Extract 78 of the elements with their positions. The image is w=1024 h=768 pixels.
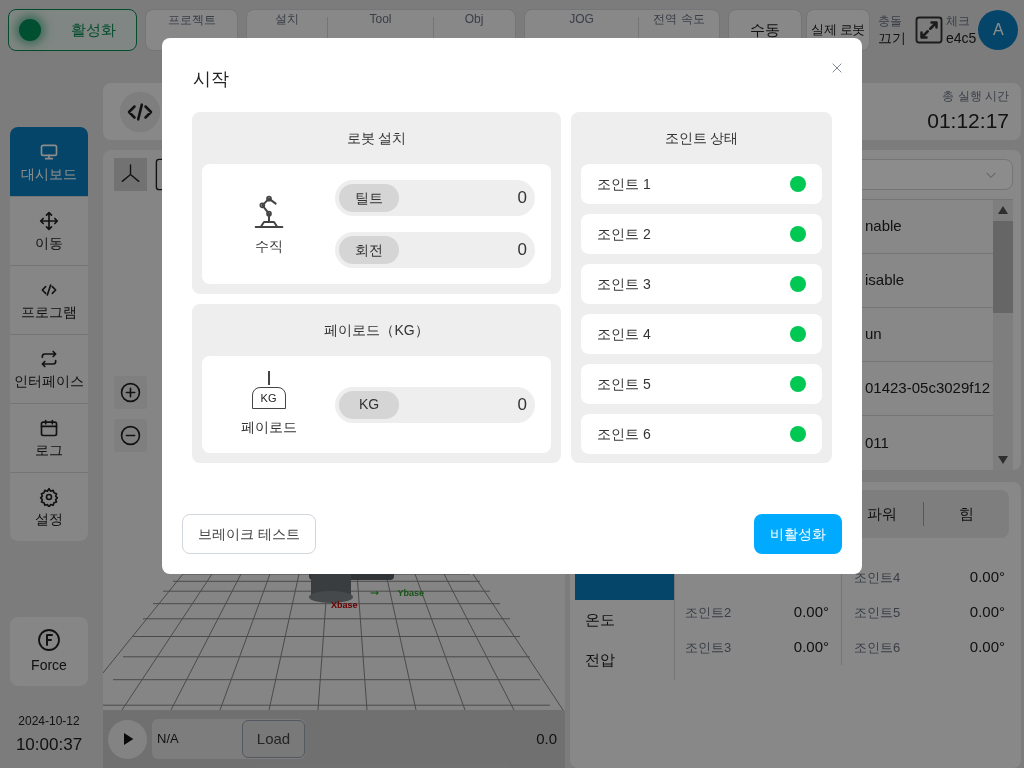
move-icon	[39, 211, 59, 231]
scroll-down-icon	[996, 454, 1010, 466]
value-field[interactable]: 회전 0	[335, 232, 535, 268]
sidebar-item[interactable]: 프로그램	[10, 265, 88, 334]
close-button[interactable]	[830, 61, 844, 75]
joint-value: 0.00°	[969, 637, 1005, 658]
joint-label: 조인트2	[685, 603, 732, 622]
status-label: 충돌	[878, 13, 903, 30]
date-text: 2024-10-12	[17, 713, 81, 730]
section-title: 조인트 상태	[663, 128, 740, 148]
field-label: 전역 속도	[653, 11, 705, 27]
reading-text: 0.0	[536, 728, 557, 749]
program-field[interactable]: N/A Load	[152, 719, 305, 759]
load-button[interactable]: Load	[242, 720, 305, 758]
value-field[interactable]: 틸트 0	[335, 180, 535, 216]
dialog-title: 시작	[193, 67, 229, 91]
scroll-up-icon	[996, 204, 1010, 216]
axis-label: Ybase	[397, 588, 425, 598]
sidebar-item[interactable]: 대시보드	[10, 127, 88, 196]
icon-caption: 페이로드	[240, 418, 297, 437]
zoom-out-icon	[114, 419, 147, 452]
panel-tab[interactable]: 힘	[924, 502, 1009, 526]
status-value: e4c5	[946, 30, 977, 47]
side-tab[interactable]: 전압	[575, 640, 674, 680]
joint-value: 0.00°	[969, 567, 1005, 588]
play-button[interactable]	[108, 719, 147, 759]
expand-icon	[914, 15, 944, 45]
sidebar-item[interactable]: 이동	[10, 196, 88, 265]
field-label: Obj	[464, 11, 484, 27]
sidebar-item[interactable]: 설정	[10, 472, 88, 541]
panel-tab[interactable]: 파워	[867, 502, 923, 526]
field-chip: 틸트	[339, 184, 399, 212]
joint-value: 0.00°	[793, 602, 829, 623]
joint-label: 조인트5	[854, 603, 901, 622]
joint-name: 조인트 5	[597, 374, 651, 394]
joint-label: 조인트3	[685, 638, 732, 657]
field-label: 프로젝트	[167, 12, 216, 28]
joint-name: 조인트 2	[597, 224, 651, 244]
joint-value: 0.00°	[793, 637, 829, 658]
code-icon	[118, 89, 162, 134]
user-avatar[interactable]: A	[978, 10, 1019, 50]
field-chip: 회전	[339, 236, 399, 264]
field-label: Tool	[369, 11, 392, 27]
side-tab[interactable]: 온도	[575, 600, 674, 640]
value-field[interactable]: KG 0	[335, 386, 535, 423]
status-value: 끄기	[878, 30, 906, 47]
zoom-in-icon	[114, 376, 147, 409]
field-label: 설치	[275, 11, 299, 27]
field-chip: KG	[339, 390, 399, 419]
close-icon	[830, 61, 844, 75]
joint-value: 0.00°	[969, 602, 1005, 623]
sidebar-item[interactable]: 인터페이스	[10, 334, 88, 403]
section-title: 페이로드（KG）	[323, 320, 430, 340]
brake-test-button[interactable]: 브레이크 테스트	[182, 514, 316, 554]
axis-label: Xbase	[331, 600, 358, 610]
settings-icon	[39, 487, 59, 507]
field-label: JOG	[569, 11, 594, 27]
runtime-value: 01:12:17	[927, 107, 1009, 134]
swap-icon	[39, 349, 59, 369]
force-button[interactable]: Force	[10, 617, 88, 686]
joint-name: 조인트 1	[597, 174, 651, 194]
scrollbar[interactable]	[993, 200, 1013, 470]
calendar-icon	[39, 418, 59, 438]
scroll-thumb[interactable]	[993, 221, 1013, 313]
joint-label: 조인트6	[854, 638, 901, 657]
icon-caption: 수직	[254, 236, 283, 256]
joint-name: 조인트 3	[597, 274, 651, 294]
section-title: 로봇 설치	[345, 128, 408, 148]
joint-name: 조인트 4	[597, 324, 651, 344]
force-icon	[37, 627, 61, 652]
status-label: 체크	[946, 13, 971, 30]
runtime-label: 총 실행 시간	[942, 87, 1009, 105]
activate-button[interactable]: 활성화	[8, 9, 137, 51]
joint-label: 조인트4	[854, 568, 901, 587]
joint-name: 조인트 6	[597, 424, 651, 444]
sidebar-item[interactable]: 로그	[10, 403, 88, 472]
time-text: 10:00:37	[14, 734, 84, 756]
axes-icon	[114, 158, 147, 191]
